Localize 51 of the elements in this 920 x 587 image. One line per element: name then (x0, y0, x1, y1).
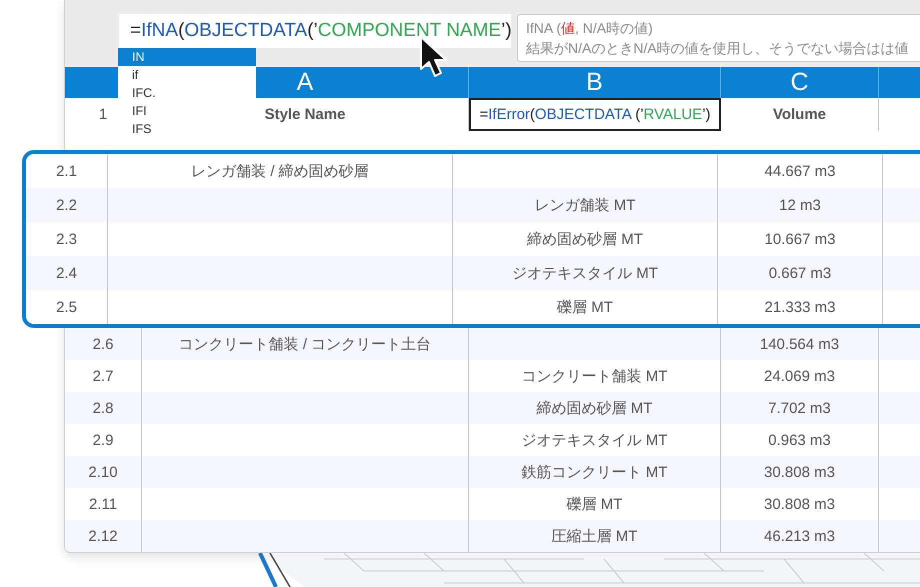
autocomplete-item[interactable]: IFS (118, 120, 256, 138)
row-number: 2.12 (88, 528, 118, 544)
table-cell: 0.963 m3 (768, 432, 831, 448)
function-tooltip: IfNA (値, N/A時の値) 結果がN/AのときN/A時の値を使用し、そうでない場合はは値 (517, 14, 920, 62)
table-cell: 140.564 m3 (760, 336, 840, 352)
column-title: Style Name (264, 106, 346, 123)
autocomplete-item[interactable]: if (118, 66, 256, 84)
table-cell: 礫層 MT (557, 298, 613, 316)
table-cell: 12 m3 (779, 196, 821, 214)
row-number: 2.2 (56, 196, 77, 214)
table-cell: 10.667 m3 (764, 230, 836, 248)
table-cell: コンクリート舗装 MT (522, 366, 668, 386)
table-cell: 21.333 m3 (764, 298, 836, 316)
pointer-cursor-icon (420, 36, 447, 77)
row-number: 2.8 (92, 400, 114, 416)
table-cell: レンガ舗装 MT (534, 196, 636, 214)
table-cell: 30.808 m3 (764, 496, 835, 512)
row-number: 2.11 (88, 496, 118, 512)
table-cell: 圧縮土層 MT (552, 526, 638, 546)
table-cell: 24.069 m3 (764, 368, 835, 384)
table-cell: 7.702 m3 (768, 400, 831, 416)
table-cell: 締め固め砂層 MT (527, 230, 643, 248)
autocomplete-item[interactable]: IN (118, 48, 256, 66)
row-number: 2.4 (56, 264, 77, 282)
table-cell: 締め固め砂層 MT (536, 398, 652, 418)
table-cell: ジオテキスタイル MT (522, 430, 668, 450)
column-header[interactable]: A (296, 68, 314, 97)
column-header[interactable]: C (790, 68, 809, 97)
row-number: 2.5 (56, 298, 77, 316)
table-cell: コンクリート舗装 / コンクリート土台 (178, 334, 432, 354)
table-cell: レンガ舗装 / 締め固め砂層 (191, 162, 369, 180)
table-cell: 鉄筋コンクリート MT (522, 462, 668, 482)
column-title: Volume (772, 106, 826, 123)
row-number: 2.6 (92, 336, 114, 352)
autocomplete-item[interactable]: IFI (118, 102, 256, 120)
table-cell: 46.213 m3 (764, 528, 835, 544)
column-header[interactable]: B (586, 68, 603, 97)
row-number: 2.7 (92, 368, 114, 384)
row-number: 2.1 (56, 162, 77, 180)
table-cell: 0.667 m3 (768, 264, 832, 282)
row-number: 2.10 (88, 464, 118, 480)
autocomplete-item[interactable]: IFC. (118, 84, 256, 102)
table-cell: ジオテキスタイル MT (512, 264, 658, 282)
table-cell: 礫層 MT (566, 494, 622, 514)
selected-cell[interactable]: =IfError(OBJECTDATA (’RVALUE’) (469, 98, 721, 131)
table-cell: 30.808 m3 (764, 464, 835, 480)
row-number: 2.3 (56, 230, 77, 248)
row-number: 1 (98, 106, 108, 123)
table-cell: 44.667 m3 (764, 162, 836, 180)
formula-field[interactable]: =IfNA(OBJECTDATA(’COMPONENT NAME’) (119, 14, 511, 48)
row-number: 2.9 (92, 432, 114, 448)
